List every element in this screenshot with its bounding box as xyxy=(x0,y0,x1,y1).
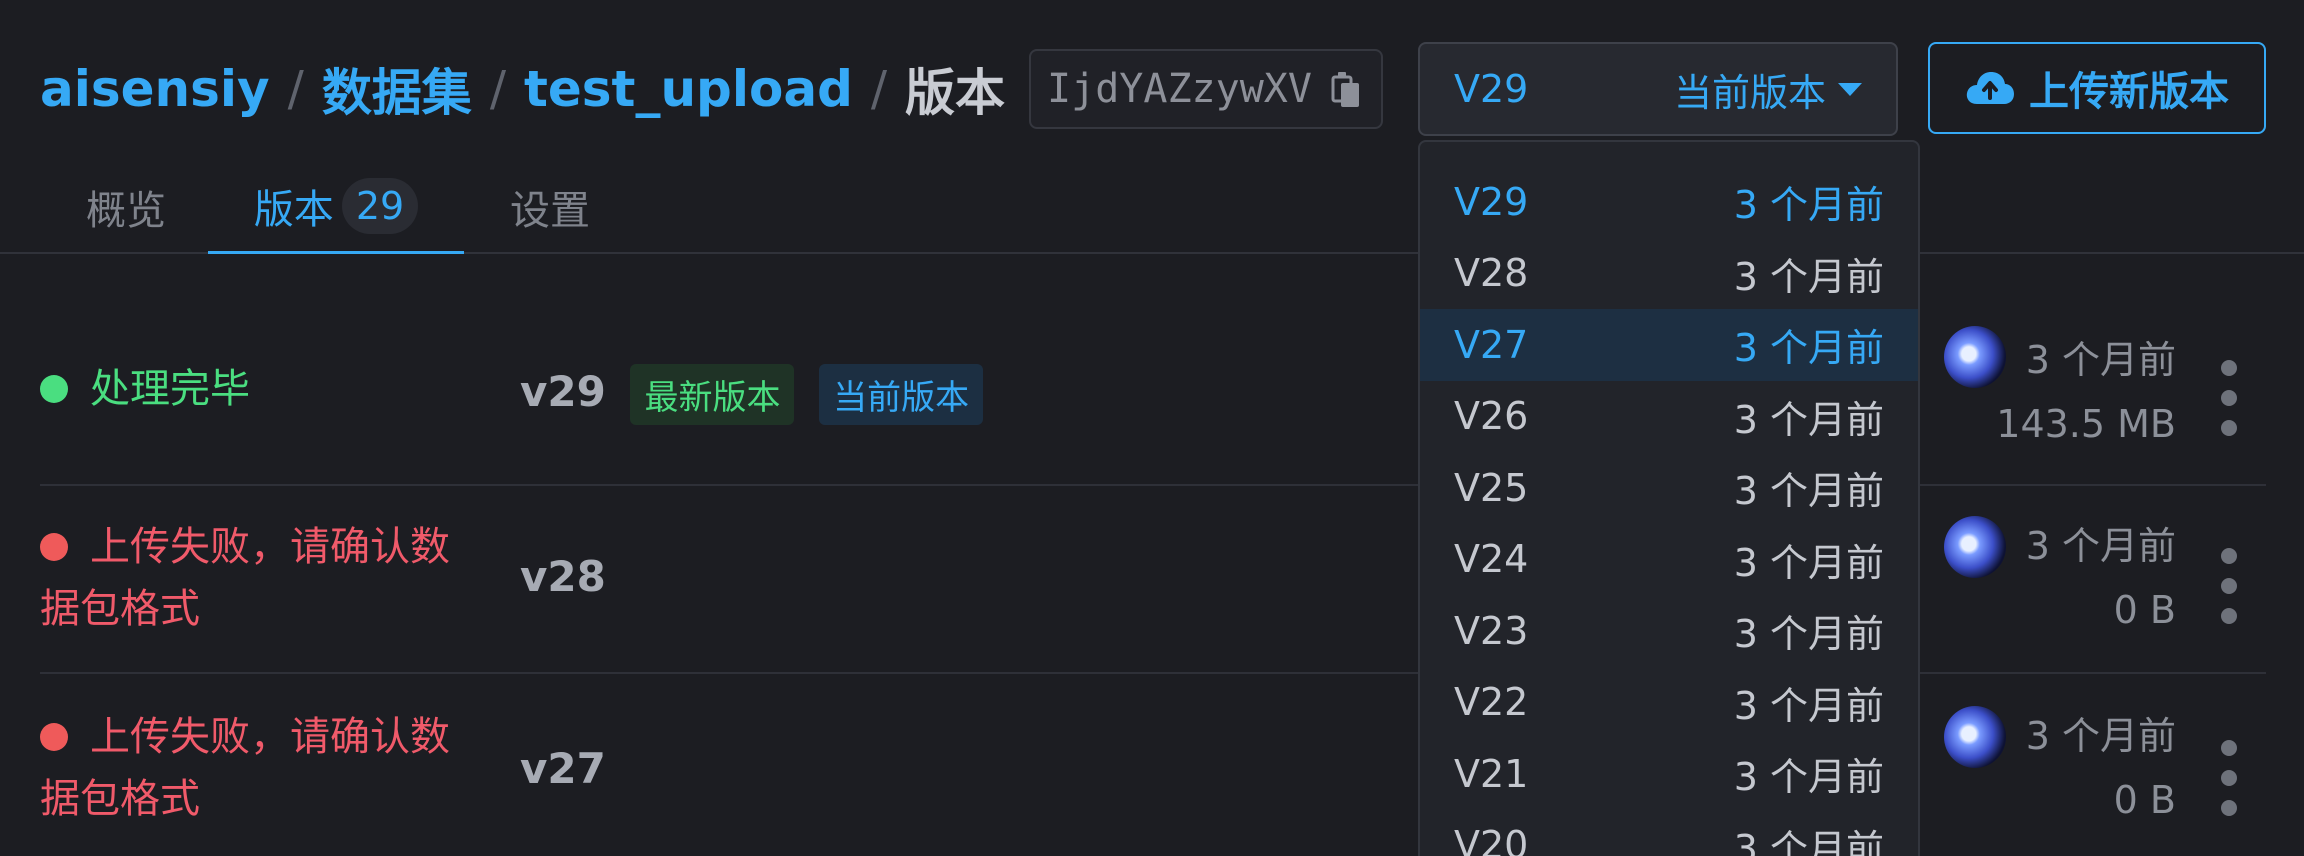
upload-new-version-button[interactable]: 上传新版本 xyxy=(1928,42,2266,134)
latest-version-badge: 最新版本 xyxy=(630,364,795,425)
status-processed: 处理完毕 xyxy=(40,358,480,420)
version-option-hovered[interactable]: V27 3 个月前 xyxy=(1420,309,1918,381)
copy-icon[interactable] xyxy=(1329,69,1365,109)
row-time: 3 个月前 xyxy=(2025,714,2176,758)
page-title: 版本 xyxy=(905,64,1006,122)
version-option[interactable]: V25 3 个月前 xyxy=(1420,452,1918,524)
current-version-label: 当前版本 xyxy=(1673,70,1826,115)
status-upload-failed: 上传失败，请确认数据包格式 xyxy=(40,524,450,632)
breadcrumb-separator: / xyxy=(489,61,506,117)
status-dot-icon xyxy=(40,723,68,751)
version-option[interactable]: V28 3 个月前 xyxy=(1420,238,1918,310)
version-row: 上传失败，请确认数据包格式 v27 3 个月前 0 B xyxy=(40,674,2266,856)
avatar xyxy=(1944,516,2006,578)
row-time: 3 个月前 xyxy=(2025,524,2176,568)
version-option[interactable]: V29 3 个月前 xyxy=(1420,166,1918,238)
versions-count-badge: 29 xyxy=(341,177,419,234)
version-option[interactable]: V22 3 个月前 xyxy=(1420,667,1918,739)
current-version-badge: 当前版本 xyxy=(819,364,984,425)
breadcrumb-separator: / xyxy=(870,61,888,117)
upload-button-label: 上传新版本 xyxy=(2029,69,2229,115)
version-option[interactable]: V23 3 个月前 xyxy=(1420,595,1918,667)
breadcrumb: aisensiy / 数据集 / test_upload / 版本 IjdYAZ… xyxy=(40,44,1384,134)
version-row: 处理完毕 v29 最新版本 当前版本 3 个月前 143.5 MB xyxy=(40,300,2266,486)
version-dropdown-menu: V29 3 个月前 V28 3 个月前 V27 3 个月前 V26 3 个月前 V25 3… xyxy=(1418,140,1920,856)
breadcrumb-section-link[interactable]: 数据集 xyxy=(322,53,472,125)
breadcrumb-separator: / xyxy=(287,61,304,117)
version-option[interactable]: V24 3 个月前 xyxy=(1420,524,1918,596)
version-link[interactable]: v29 xyxy=(520,367,606,416)
breadcrumb-dataset-link[interactable]: test_upload xyxy=(524,60,853,118)
tab-settings[interactable]: 设置 xyxy=(490,160,610,254)
row-time: 3 个月前 xyxy=(2025,338,2176,382)
avatar xyxy=(1944,706,2006,768)
more-options-icon[interactable] xyxy=(2220,360,2238,436)
status-upload-failed: 上传失败，请确认数据包格式 xyxy=(40,714,450,822)
version-row: 上传失败，请确认数据包格式 v28 3 个月前 0 B xyxy=(40,486,2266,674)
version-select[interactable]: V29 当前版本 xyxy=(1418,42,1898,136)
dataset-id-box: IjdYAZzywXV xyxy=(1029,49,1384,129)
caret-down-icon xyxy=(1838,82,1862,96)
tab-overview[interactable]: 概览 xyxy=(56,160,196,254)
version-link[interactable]: v28 xyxy=(520,552,606,601)
cloud-upload-icon xyxy=(1966,72,2014,104)
version-option[interactable]: V26 3 个月前 xyxy=(1420,381,1918,453)
status-dot-icon xyxy=(40,375,68,403)
row-size: 0 B xyxy=(2113,588,2176,632)
breadcrumb-owner-link[interactable]: aisensiy xyxy=(40,60,270,118)
tab-versions[interactable]: 版本 29 xyxy=(208,160,464,254)
dataset-id: IjdYAZzywXV xyxy=(1047,66,1312,112)
more-options-icon[interactable] xyxy=(2220,548,2238,624)
tab-bar: 概览 版本 29 设置 xyxy=(0,160,2304,254)
version-select-value: V29 xyxy=(1454,67,1529,111)
version-link[interactable]: v27 xyxy=(520,744,606,793)
version-option[interactable]: V21 3 个月前 xyxy=(1420,738,1918,810)
row-size: 0 B xyxy=(2113,778,2176,822)
status-dot-icon xyxy=(40,533,68,561)
version-option[interactable]: V20 3 个月前 xyxy=(1420,810,1918,856)
row-size: 143.5 MB xyxy=(1996,402,2176,446)
more-options-icon[interactable] xyxy=(2220,740,2238,816)
